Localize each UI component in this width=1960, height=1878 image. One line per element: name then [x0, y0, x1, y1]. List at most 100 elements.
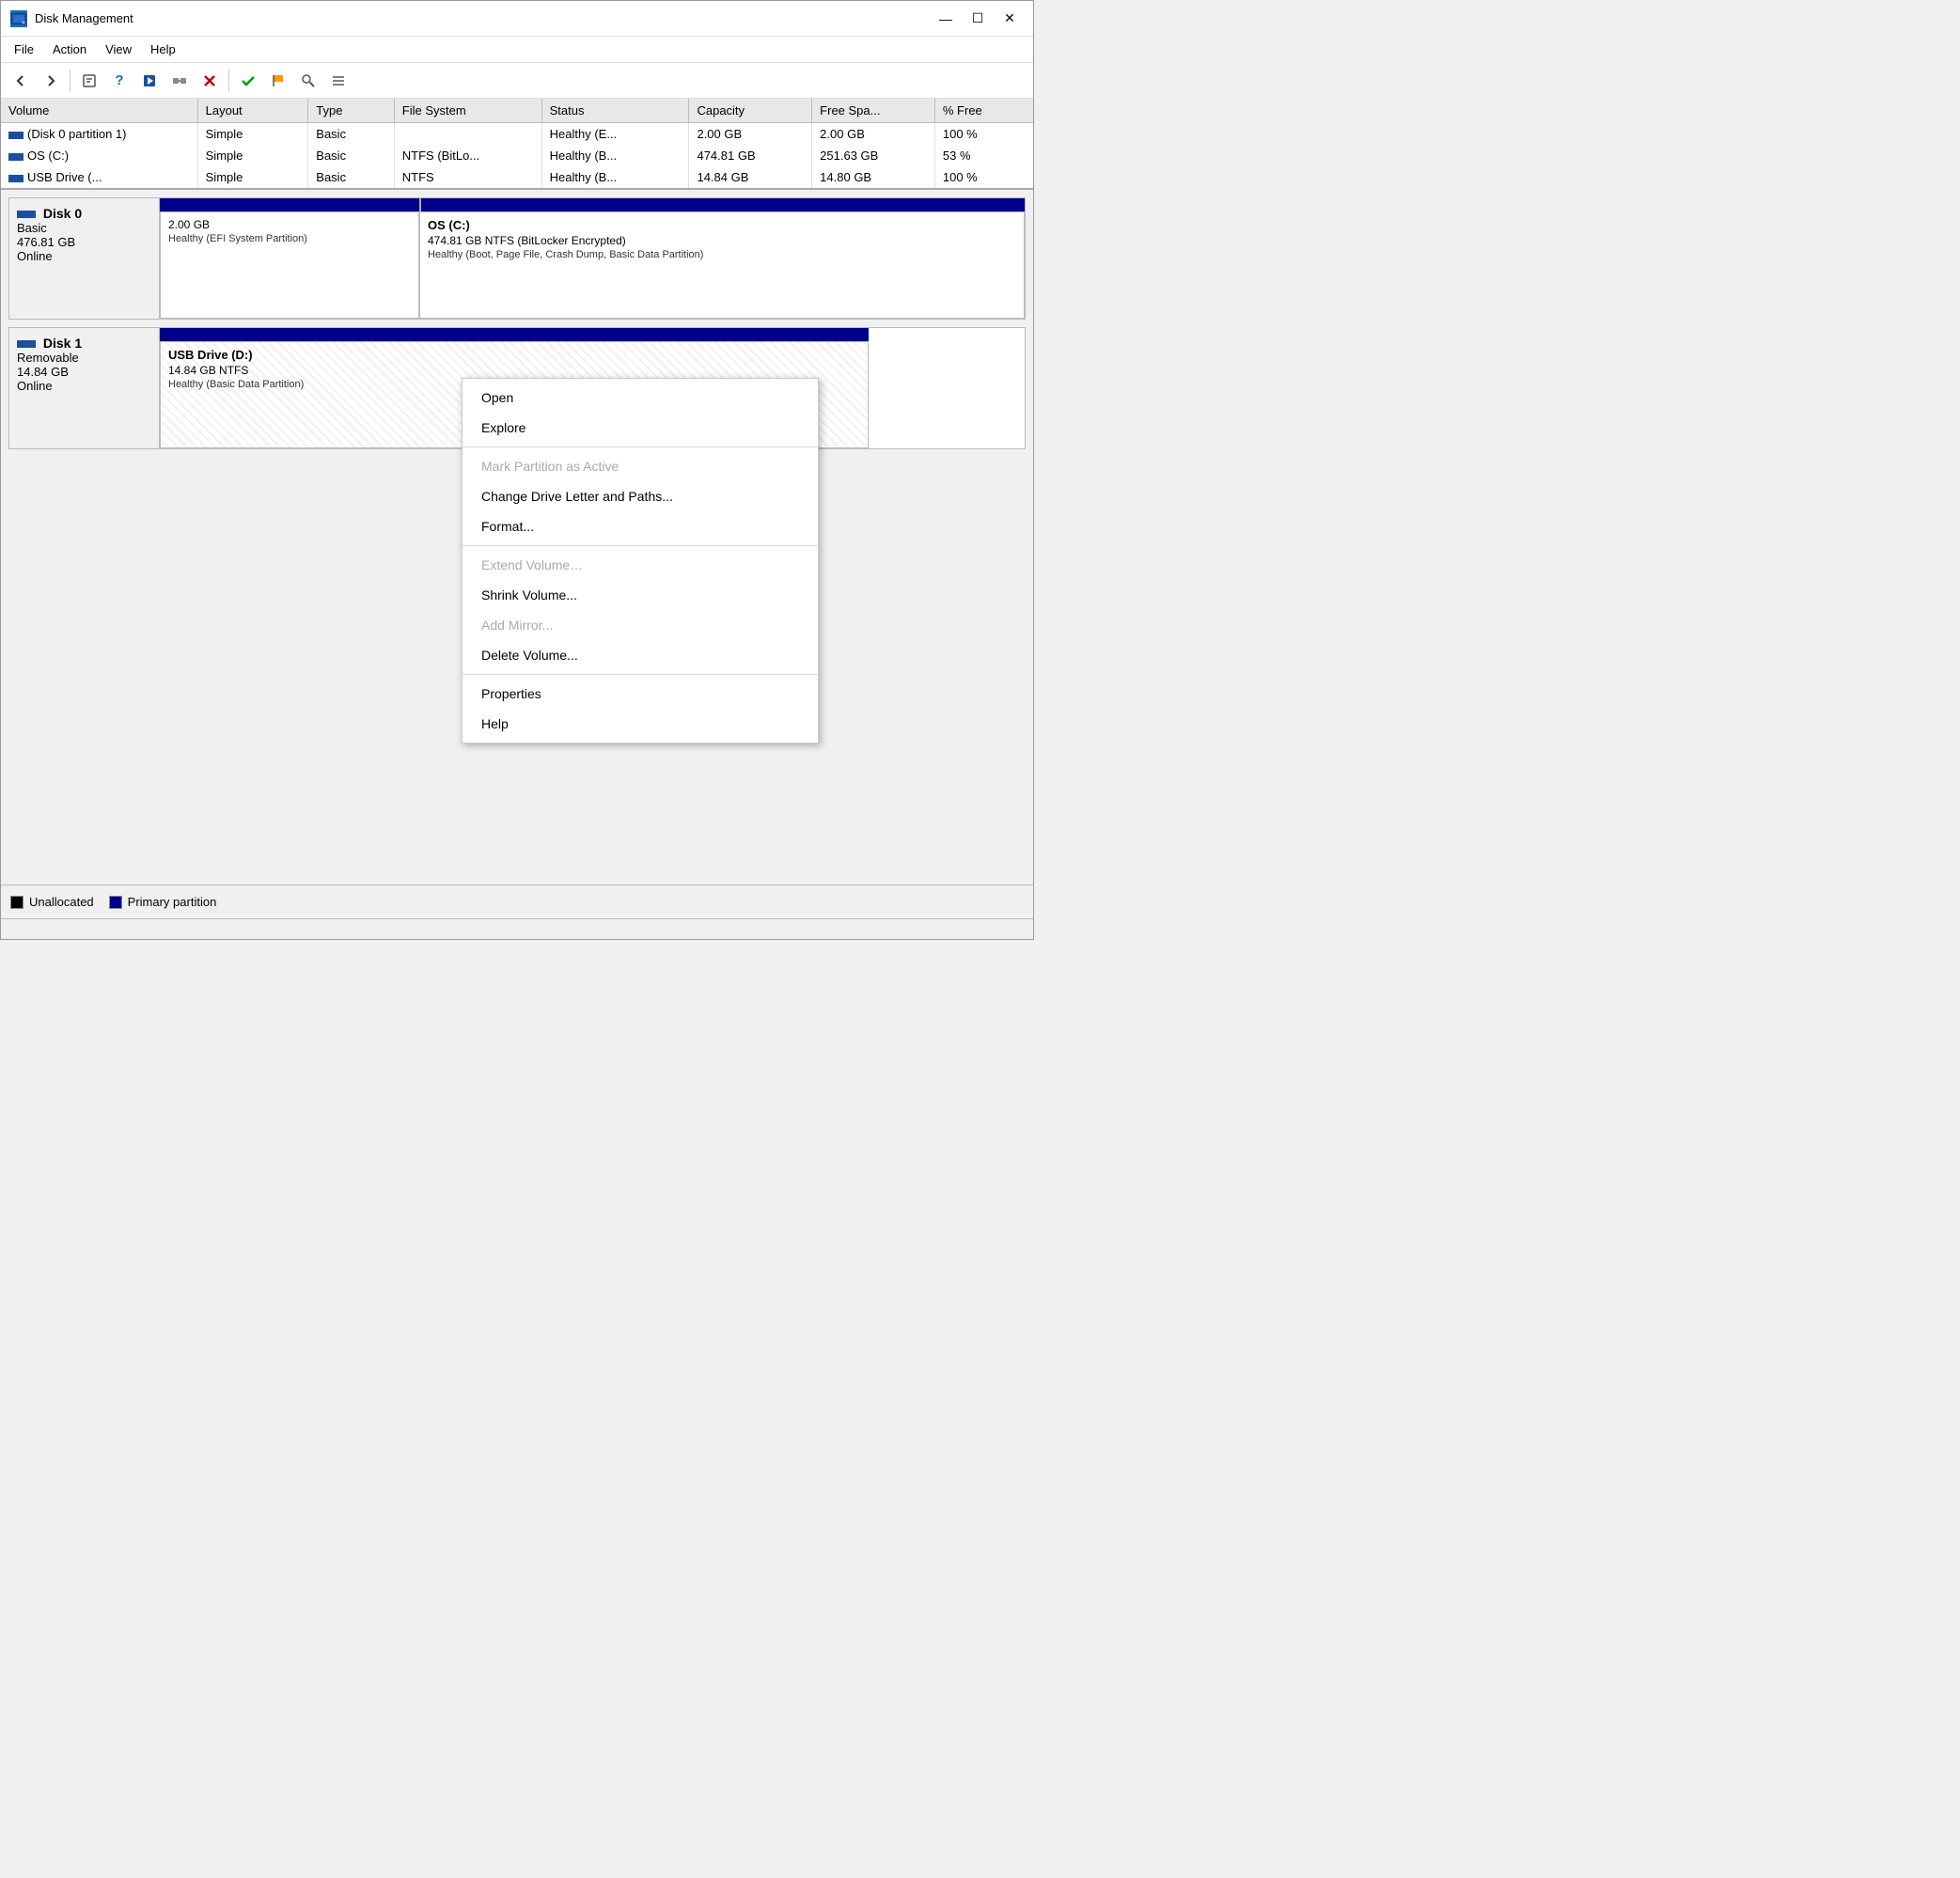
vol-type: Basic — [308, 145, 395, 166]
vol-status: Healthy (B... — [541, 145, 689, 166]
toolbar-separator-2 — [228, 70, 229, 92]
usb-partition-size: 14.84 GB NTFS — [168, 364, 860, 377]
content-area: Volume Layout Type File System Status Ca… — [1, 99, 1033, 939]
vol-pct: 53 % — [934, 145, 1033, 166]
disk-1-bar-1 — [160, 328, 869, 341]
disk-1-size: 14.84 GB — [17, 365, 151, 379]
properties-button[interactable] — [75, 68, 103, 94]
volume-row-2[interactable]: USB Drive (... Simple Basic NTFS Healthy… — [1, 166, 1033, 188]
legend-unallocated-box — [10, 896, 24, 909]
vol-capacity: 14.84 GB — [689, 166, 812, 188]
col-layout[interactable]: Layout — [197, 99, 308, 123]
ctx-item-3[interactable]: Change Drive Letter and Paths... — [463, 481, 818, 511]
vol-layout: Simple — [197, 166, 308, 188]
search-button[interactable] — [294, 68, 322, 94]
status-bar — [1, 918, 1033, 939]
ctx-item-0[interactable]: Open — [463, 383, 818, 413]
help-button[interactable]: ? — [105, 68, 133, 94]
menu-action[interactable]: Action — [43, 40, 96, 58]
disk-0-type: Basic — [17, 221, 151, 235]
vol-pct: 100 % — [934, 123, 1033, 146]
ctx-item-9[interactable]: Properties — [463, 679, 818, 709]
vol-fs: NTFS (BitLo... — [394, 145, 541, 166]
disk-0-parts-content: 2.00 GB Healthy (EFI System Partition) O… — [160, 211, 1025, 319]
partition-efi-size: 2.00 GB — [168, 218, 411, 231]
disk-0-part-1[interactable]: 2.00 GB Healthy (EFI System Partition) — [160, 211, 419, 319]
flag-button[interactable] — [264, 68, 292, 94]
disk-1-type: Removable — [17, 351, 151, 365]
vol-pct: 100 % — [934, 166, 1033, 188]
disk-0-label: Disk 0 Basic 476.81 GB Online — [9, 198, 160, 319]
ctx-sep-1 — [463, 446, 818, 447]
legend: Unallocated Primary partition — [1, 884, 1033, 918]
ctx-item-7: Add Mirror... — [463, 610, 818, 640]
check-button[interactable] — [234, 68, 262, 94]
vol-layout: Simple — [197, 123, 308, 146]
ctx-item-5: Extend Volume… — [463, 550, 818, 580]
disk-0-bar — [160, 198, 1025, 211]
vol-type: Basic — [308, 123, 395, 146]
disk-0-part-2[interactable]: OS (C:) 474.81 GB NTFS (BitLocker Encryp… — [419, 211, 1025, 319]
ctx-item-10[interactable]: Help — [463, 709, 818, 739]
maximize-button[interactable]: ☐ — [964, 8, 992, 30]
close-button[interactable]: ✕ — [996, 8, 1024, 30]
disk-0-name: Disk 0 — [43, 206, 82, 221]
col-status[interactable]: Status — [541, 99, 689, 123]
vol-capacity: 474.81 GB — [689, 145, 812, 166]
rescan-button[interactable] — [135, 68, 164, 94]
volume-row-1[interactable]: OS (C:) Simple Basic NTFS (BitLo... Heal… — [1, 145, 1033, 166]
disk-1-status: Online — [17, 379, 151, 393]
disk-1-label: Disk 1 Removable 14.84 GB Online — [9, 328, 160, 448]
col-filesystem[interactable]: File System — [394, 99, 541, 123]
disk-1-name: Disk 1 — [43, 336, 82, 351]
col-percentfree[interactable]: % Free — [934, 99, 1033, 123]
ctx-item-1[interactable]: Explore — [463, 413, 818, 443]
vol-free: 251.63 GB — [812, 145, 935, 166]
menu-file[interactable]: File — [5, 40, 43, 58]
ctx-sep-8 — [463, 674, 818, 675]
col-freespace[interactable]: Free Spa... — [812, 99, 935, 123]
disk-1-bar — [160, 328, 1025, 341]
legend-primary-box — [109, 896, 122, 909]
menu-bar: File Action View Help — [1, 37, 1033, 63]
partition-efi-status: Healthy (EFI System Partition) — [168, 233, 411, 244]
context-menu: OpenExplore Mark Partition as ActiveChang… — [462, 378, 819, 743]
vol-name: USB Drive (... — [1, 166, 197, 188]
volume-row-0[interactable]: (Disk 0 partition 1) Simple Basic Health… — [1, 123, 1033, 146]
ctx-item-2: Mark Partition as Active — [463, 451, 818, 481]
forward-button[interactable] — [37, 68, 65, 94]
menu-help[interactable]: Help — [141, 40, 185, 58]
ctx-item-6[interactable]: Shrink Volume... — [463, 580, 818, 610]
ctx-item-4[interactable]: Format... — [463, 511, 818, 541]
connect-button[interactable] — [165, 68, 194, 94]
delete-button[interactable] — [196, 68, 224, 94]
toolbar-separator-1 — [70, 70, 71, 92]
disk-0-bar-1 — [160, 198, 419, 211]
volume-table: Volume Layout Type File System Status Ca… — [1, 99, 1033, 190]
toolbar: ? — [1, 63, 1033, 99]
partition-os-size: 474.81 GB NTFS (BitLocker Encrypted) — [428, 234, 1016, 247]
legend-primary: Primary partition — [109, 895, 217, 909]
list-button[interactable] — [324, 68, 353, 94]
title-bar-left: Disk Management — [10, 10, 133, 27]
col-type[interactable]: Type — [308, 99, 395, 123]
vol-fs — [394, 123, 541, 146]
minimize-button[interactable]: — — [932, 8, 960, 30]
ctx-item-8[interactable]: Delete Volume... — [463, 640, 818, 670]
vol-free: 14.80 GB — [812, 166, 935, 188]
vol-status: Healthy (B... — [541, 166, 689, 188]
vol-fs: NTFS — [394, 166, 541, 188]
vol-name: OS (C:) — [1, 145, 197, 166]
menu-view[interactable]: View — [96, 40, 141, 58]
partition-os-status: Healthy (Boot, Page File, Crash Dump, Ba… — [428, 249, 1016, 260]
vol-status: Healthy (E... — [541, 123, 689, 146]
disk-area: Disk 0 Basic 476.81 GB Online 2.00 GB He… — [1, 190, 1033, 884]
ctx-sep-4 — [463, 545, 818, 546]
legend-unallocated-label: Unallocated — [29, 895, 94, 909]
col-volume[interactable]: Volume — [1, 99, 197, 123]
vol-free: 2.00 GB — [812, 123, 935, 146]
back-button[interactable] — [7, 68, 35, 94]
col-capacity[interactable]: Capacity — [689, 99, 812, 123]
partition-os-name: OS (C:) — [428, 218, 1016, 232]
disk-management-window: Disk Management — ☐ ✕ File Action View H… — [0, 0, 1034, 940]
